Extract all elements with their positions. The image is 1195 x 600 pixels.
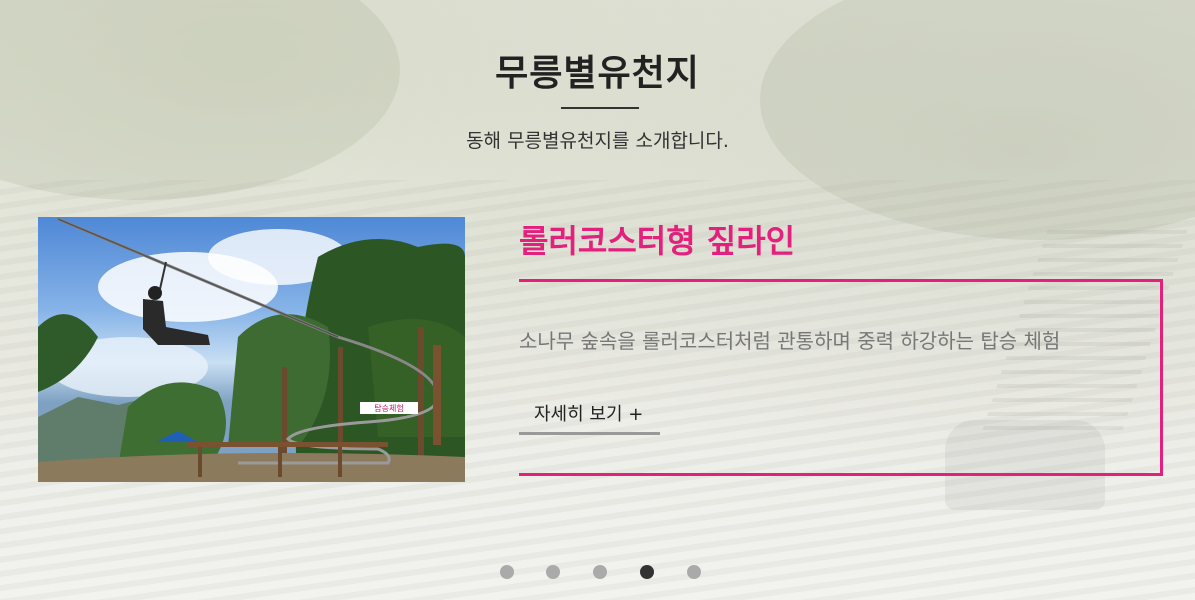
view-more-button[interactable]: 자세히 보기 + bbox=[519, 390, 660, 435]
section-subtitle: 동해 무릉별유천지를 소개합니다. bbox=[466, 130, 729, 152]
slide-photo: 탑승체험 bbox=[38, 217, 465, 482]
section-title: 무릉별유천지 bbox=[495, 53, 700, 94]
slide-content-box bbox=[519, 279, 1163, 476]
pagination-dot-5[interactable] bbox=[687, 565, 701, 579]
svg-text:탑승체험: 탑승체험 bbox=[374, 403, 403, 413]
pagination-dot-1[interactable] bbox=[500, 565, 514, 579]
pagination-dot-3[interactable] bbox=[593, 565, 607, 579]
title-divider bbox=[561, 107, 639, 109]
slide-title: 롤러코스터형 짚라인 bbox=[519, 222, 796, 260]
slide-description: 소나무 숲속을 롤러코스터처럼 관통하며 중력 하강하는 탑승 체험 bbox=[519, 329, 1061, 353]
pagination-dot-4[interactable] bbox=[640, 565, 654, 579]
pagination-dot-2[interactable] bbox=[546, 565, 560, 579]
slider-pagination bbox=[500, 565, 710, 579]
